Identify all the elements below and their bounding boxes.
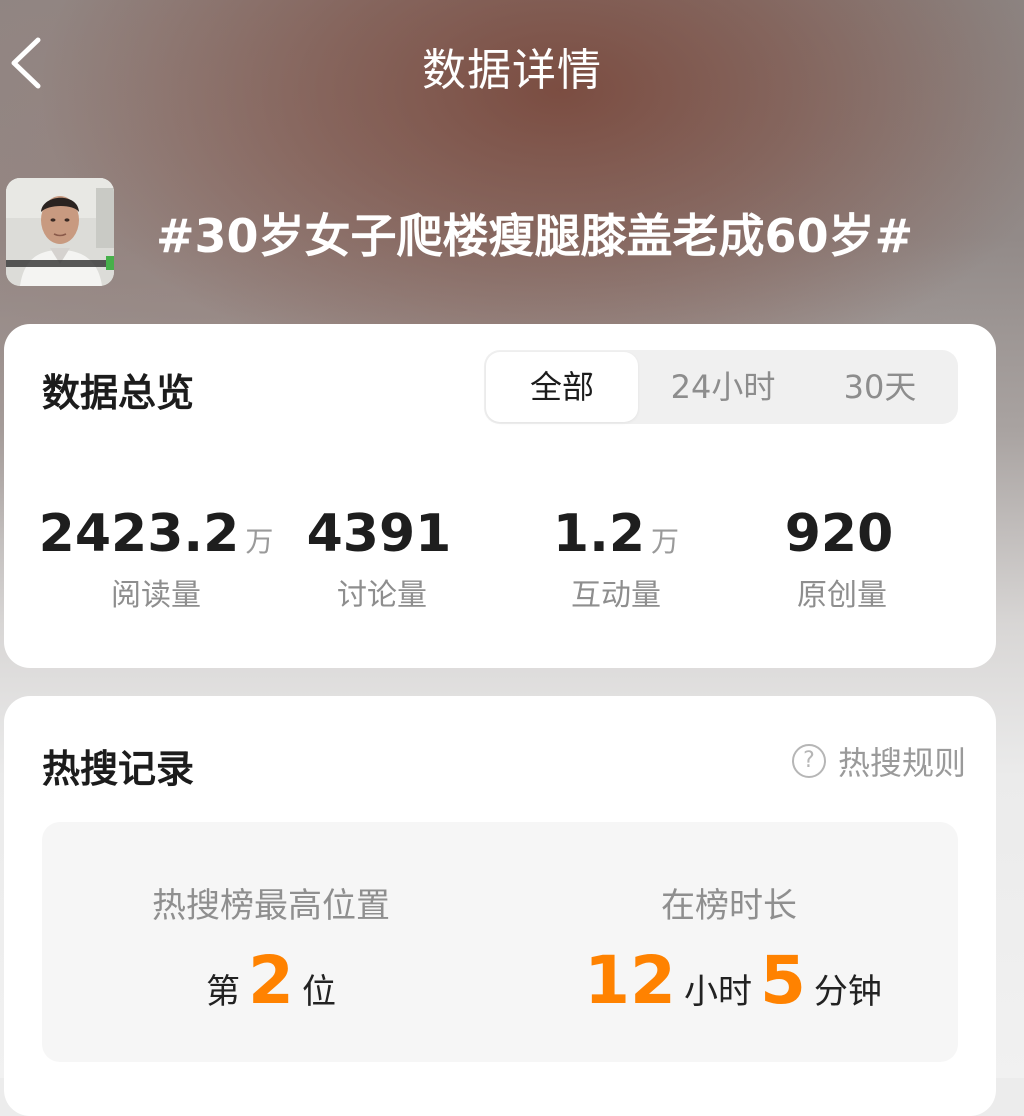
hot-search-card: 热搜记录 ? 热搜规则 热搜榜最高位置 第2位 在榜时长 12 小时 5 分钟: [4, 696, 996, 1116]
tab-30d[interactable]: 30天: [802, 350, 958, 424]
stat-label: 阅读量: [111, 578, 201, 613]
duration-minutes: 5: [759, 942, 806, 1019]
stat-discussions-value: 4391: [262, 504, 502, 564]
peak-position-value: 第2位: [42, 942, 500, 1019]
tab-24h[interactable]: 24小时: [644, 350, 802, 424]
time-on-list-label: 在榜时长: [661, 886, 797, 926]
top-bar: 数据详情: [0, 0, 1024, 130]
peak-suffix: 位: [301, 972, 336, 1012]
video-thumbnail-image: [6, 178, 114, 286]
tab-all[interactable]: 全部: [486, 352, 638, 422]
time-on-list-value: 12 小时 5 分钟: [500, 942, 958, 1019]
data-overview-card: 数据总览 全部 24小时 30天 2423.2 万 阅读量 4391 讨论量 1.…: [4, 324, 996, 668]
topic-thumbnail[interactable]: [6, 178, 114, 286]
topic-title: #30岁女子爬楼瘦腿膝盖老成60岁#: [156, 209, 914, 263]
duration-hours: 12: [584, 942, 676, 1019]
peak-rank: 2: [248, 942, 294, 1019]
stat-originals: 920 原创量: [722, 504, 962, 614]
peak-position-label: 热搜榜最高位置: [152, 886, 390, 926]
stat-reads: 2423.2 万 阅读量: [36, 504, 276, 614]
stat-number: 4391: [306, 504, 452, 564]
stat-reads-value: 2423.2 万: [36, 504, 276, 564]
hot-search-title: 热搜记录: [42, 747, 195, 791]
stat-number: 1.2: [552, 504, 646, 564]
stat-interactions-value: 1.2 万: [496, 504, 736, 564]
question-circle-icon: ?: [791, 744, 826, 778]
stat-unit: 万: [651, 525, 680, 558]
stat-label: 讨论量: [337, 578, 427, 613]
time-range-tabs: 全部 24小时 30天: [484, 350, 958, 424]
stat-originals-value: 920: [722, 504, 962, 564]
page-title: 数据详情: [422, 45, 602, 96]
stat-interactions: 1.2 万 互动量: [496, 504, 736, 614]
stat-number: 2423.2: [38, 504, 240, 564]
overview-title: 数据总览: [42, 371, 195, 415]
hot-search-stats: 热搜榜最高位置 第2位 在榜时长 12 小时 5 分钟: [42, 822, 958, 1062]
hot-search-rules-link[interactable]: ? 热搜规则: [791, 736, 966, 786]
peak-prefix: 第: [206, 972, 241, 1012]
stat-number: 920: [784, 504, 894, 564]
rules-label: 热搜规则: [837, 744, 966, 782]
stat-label: 原创量: [797, 578, 887, 613]
topic-header: #30岁女子爬楼瘦腿膝盖老成60岁#: [6, 178, 1016, 288]
stat-discussions: 4391 讨论量: [262, 504, 502, 614]
duration-minutes-unit: 分钟: [813, 972, 882, 1012]
duration-hours-unit: 小时: [683, 972, 752, 1012]
stat-label: 互动量: [571, 578, 661, 613]
